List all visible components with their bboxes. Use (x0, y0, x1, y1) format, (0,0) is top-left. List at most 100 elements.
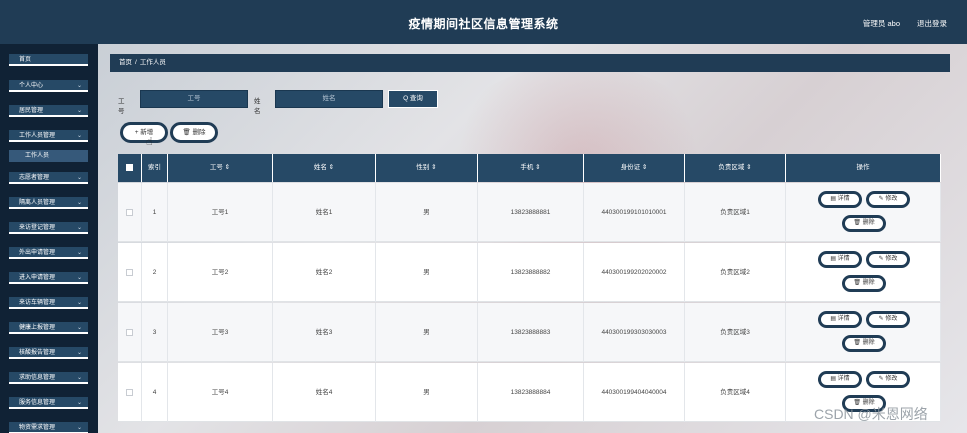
sidebar-item-label: 求助信息管理 (19, 375, 56, 381)
select-all-checkbox[interactable] (126, 163, 133, 171)
cell-gonghao: 工号1 (168, 183, 273, 242)
row-select-cell (118, 303, 142, 362)
table-row: 3 工号3 姓名3 男 13823888883 440300199303030003 负责区… (118, 303, 941, 362)
row-checkbox[interactable] (126, 208, 133, 216)
sidebar-item-label: 居民管理 (19, 108, 44, 114)
breadcrumb-separator: / (135, 59, 137, 66)
edit-button[interactable]: ✎ 修改 (866, 371, 910, 388)
sidebar-item-label: 志愿者管理 (19, 175, 50, 181)
main-content: 首页 / 工作人员 工号 工号 姓名 姓名 Q 查询 + 新增 🗑 删除 ☝ 索引工… (98, 44, 967, 433)
row-checkbox[interactable] (126, 268, 133, 276)
column-header-select-all[interactable] (118, 154, 142, 182)
chevron-down-icon: ⌄ (76, 175, 82, 181)
detail-button[interactable]: ▤ 详情 (818, 191, 862, 208)
sidebar-item-visitor-vehicle-mgmt[interactable]: 来访车辆管理 ⌄ (9, 297, 88, 309)
table-row: 2 工号2 姓名2 男 13823888882 440300199202020002 负责区… (118, 243, 941, 302)
app-title: 疫情期间社区信息管理系统 (408, 17, 559, 31)
chevron-down-icon: ⌄ (76, 200, 82, 206)
chevron-down-icon: ⌄ (76, 225, 82, 231)
sidebar-item-label: 进入申请管理 (19, 275, 56, 281)
sidebar-item-label: 首页 (19, 57, 32, 63)
sidebar-item-label: 物资需求管理 (19, 425, 56, 431)
sidebar-item-isolation-mgmt[interactable]: 隔离人员管理 ⌄ (9, 197, 88, 209)
chevron-down-icon: ⌄ (76, 83, 82, 89)
sidebar-item-label: 来访登记管理 (19, 225, 56, 231)
cell-index: 4 (142, 363, 168, 422)
sidebar-item-volunteer-mgmt[interactable]: 志愿者管理 ⌄ (9, 172, 88, 184)
top-bar: 疫情期间社区信息管理系统 管理员 abo 退出登录 (0, 0, 967, 44)
sidebar-item-label: 来访车辆管理 (19, 300, 56, 306)
row-delete-button[interactable]: 🗑 删除 (842, 275, 886, 292)
sidebar-item-outing-apply-mgmt[interactable]: 外出申请管理 ⌄ (9, 247, 88, 259)
sidebar-item-health-report-mgmt[interactable]: 健康上报管理 ⌄ (9, 322, 88, 334)
column-header-xingming[interactable]: 姓名 ⇕ (273, 154, 376, 182)
row-checkbox[interactable] (126, 328, 133, 336)
cell-shouji: 13823888884 (478, 363, 584, 422)
breadcrumb: 首页 / 工作人员 (110, 54, 950, 72)
row-select-cell (118, 363, 142, 422)
breadcrumb-home[interactable]: 首页 (119, 59, 132, 66)
detail-button[interactable]: ▤ 详情 (818, 251, 862, 268)
sidebar-item-label: 隔离人员管理 (19, 200, 56, 206)
column-header-xingbie[interactable]: 性别 ⇕ (376, 154, 478, 182)
chevron-down-icon: ⌄ (76, 400, 82, 406)
column-header-operations: 操作 (786, 154, 941, 182)
add-button[interactable]: + 新增 (120, 122, 168, 143)
cell-xingming: 姓名3 (273, 303, 376, 362)
detail-button[interactable]: ▤ 详情 (818, 311, 862, 328)
chevron-down-icon: ⌄ (76, 133, 82, 139)
sidebar-item-personal-center[interactable]: 个人中心 ⌄ (9, 80, 88, 92)
column-header-shenfenzheng[interactable]: 身份证 ⇕ (584, 154, 685, 182)
cell-xingbie: 男 (376, 363, 478, 422)
cell-xingbie: 男 (376, 183, 478, 242)
chevron-down-icon: ⌄ (76, 425, 82, 431)
sidebar-subitem-staff[interactable]: 工作人员 (9, 150, 88, 162)
column-header-quyu[interactable]: 负责区域 ⇕ (685, 154, 786, 182)
cell-shouji: 13823888882 (478, 243, 584, 302)
cell-gonghao: 工号4 (168, 363, 273, 422)
row-delete-button[interactable]: 🗑 删除 (842, 215, 886, 232)
sidebar-item-supply-demand-mgmt[interactable]: 物资需求管理 ⌄ (9, 422, 88, 433)
xingming-input[interactable]: 姓名 (275, 90, 383, 108)
current-user: 管理员 abo (862, 19, 900, 28)
gonghao-input[interactable]: 工号 (140, 90, 248, 108)
chevron-down-icon: ⌄ (76, 325, 82, 331)
cell-shenfenzheng: 440300199404040004 (584, 363, 685, 422)
chevron-down-icon: ⌄ (76, 275, 82, 281)
cell-shenfenzheng: 440300199101010001 (584, 183, 685, 242)
breadcrumb-current: 工作人员 (139, 59, 166, 66)
delete-button[interactable]: 🗑 删除 (170, 122, 218, 143)
hand-cursor-icon: ☝ (146, 136, 153, 148)
row-select-cell (118, 243, 142, 302)
column-header-gonghao[interactable]: 工号 ⇕ (168, 154, 273, 182)
cell-quyu: 负责区域1 (685, 183, 786, 242)
cell-operations: ▤ 详情 ✎ 修改 🗑 删除 (786, 303, 941, 362)
sidebar-item-staff-mgmt[interactable]: 工作人员管理 ⌄ (9, 130, 88, 142)
cell-operations: ▤ 详情 ✎ 修改 🗑 删除 (786, 183, 941, 242)
query-button[interactable]: Q 查询 (388, 90, 438, 108)
row-delete-button[interactable]: 🗑 删除 (842, 335, 886, 352)
logout-link[interactable]: 退出登录 (917, 18, 947, 29)
cell-quyu: 负责区域3 (685, 303, 786, 362)
detail-button[interactable]: ▤ 详情 (818, 371, 862, 388)
edit-button[interactable]: ✎ 修改 (866, 251, 910, 268)
cell-index: 2 (142, 243, 168, 302)
cell-xingming: 姓名1 (273, 183, 376, 242)
sidebar-item-visit-register-mgmt[interactable]: 来访登记管理 ⌄ (9, 222, 88, 234)
cell-shouji: 13823888881 (478, 183, 584, 242)
table-row: 1 工号1 姓名1 男 13823888881 440300199101010001 负责区… (118, 183, 941, 242)
sidebar-item-nucleic-report-mgmt[interactable]: 核酸报告管理 ⌄ (9, 347, 88, 359)
sidebar-item-home[interactable]: 首页 (9, 54, 88, 66)
row-select-cell (118, 183, 142, 242)
cell-shouji: 13823888883 (478, 303, 584, 362)
edit-button[interactable]: ✎ 修改 (866, 191, 910, 208)
row-checkbox[interactable] (126, 388, 133, 396)
cell-operations: ▤ 详情 ✎ 修改 🗑 删除 (786, 243, 941, 302)
edit-button[interactable]: ✎ 修改 (866, 311, 910, 328)
sidebar-item-resident-mgmt[interactable]: 居民管理 ⌄ (9, 105, 88, 117)
sidebar-item-service-info-mgmt[interactable]: 服务信息管理 ⌄ (9, 397, 88, 409)
sidebar-item-help-info-mgmt[interactable]: 求助信息管理 ⌄ (9, 372, 88, 384)
column-header-shouji[interactable]: 手机 ⇕ (478, 154, 584, 182)
sidebar-item-entry-apply-mgmt[interactable]: 进入申请管理 ⌄ (9, 272, 88, 284)
sidebar-item-label: 个人中心 (19, 83, 44, 89)
